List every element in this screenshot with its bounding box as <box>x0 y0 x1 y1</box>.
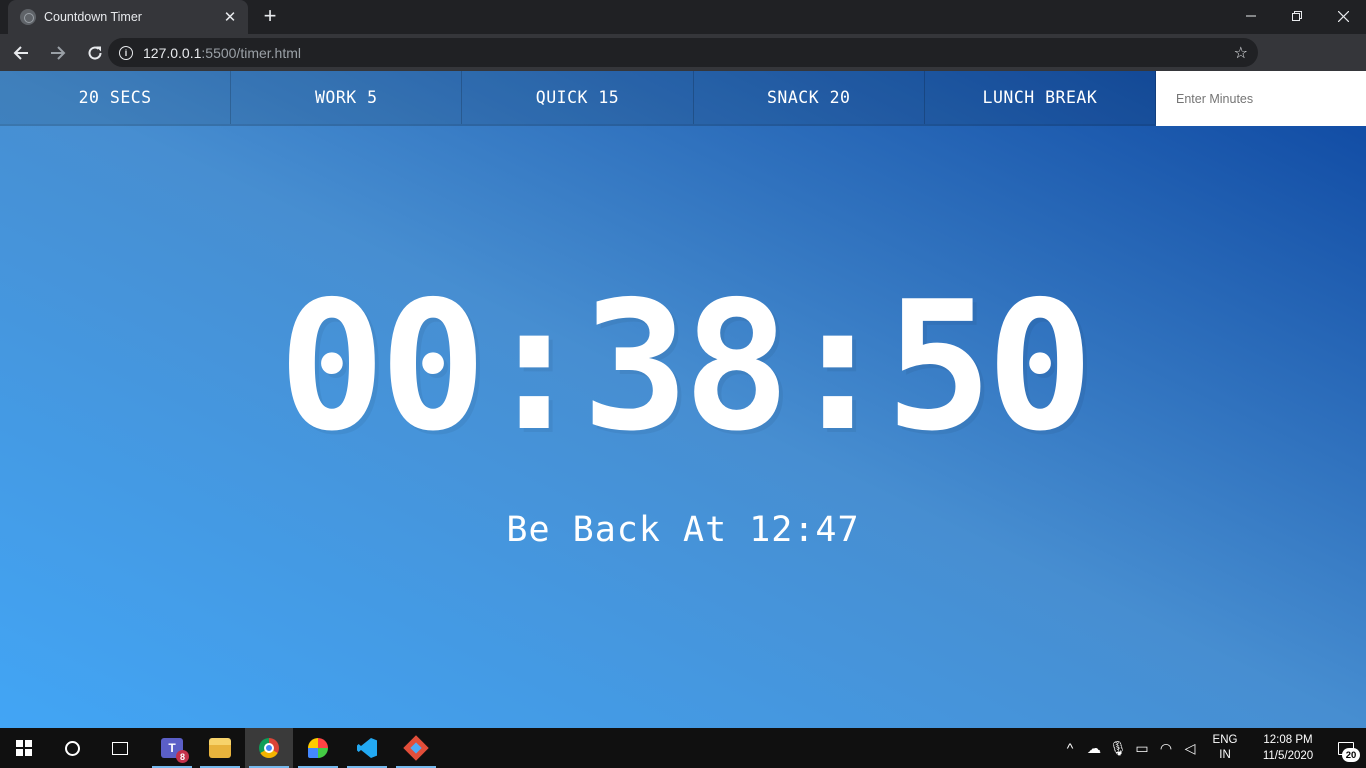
url-host: 127.0.0.1 <box>143 44 202 61</box>
notification-count-badge: 20 <box>1342 748 1360 762</box>
timer-controls: 20 SECS WORK 5 QUICK 15 SNACK 20 LUNCH B… <box>0 71 1366 126</box>
browser-tab[interactable]: Countdown Timer ✕ <box>8 0 248 34</box>
vscode-icon <box>357 738 377 758</box>
preset-lunch-break-button[interactable]: LUNCH BREAK <box>924 71 1157 124</box>
timer-display: 00:38:50 Be Back At 12:47 <box>0 126 1366 728</box>
arrow-right-icon <box>51 45 66 60</box>
address-bar[interactable]: i 127.0.0.1:5500/timer.html ☆ <box>108 38 1258 67</box>
back-button[interactable] <box>5 37 37 69</box>
windows-logo-icon <box>16 740 32 756</box>
onedrive-cloud-icon[interactable]: ☁ <box>1082 740 1106 757</box>
info-icon[interactable]: i <box>119 45 133 60</box>
taskbar-chrome[interactable] <box>245 728 293 768</box>
reload-button[interactable] <box>79 37 111 69</box>
restore-icon <box>1292 11 1302 21</box>
system-tray: ^ ☁ 🎙 ▭ ◠ ◁ ENG IN 12:08 PM 11/5/2020 20 <box>1058 728 1366 768</box>
start-button[interactable] <box>0 728 48 768</box>
battery-icon[interactable]: ▭ <box>1130 740 1154 757</box>
minimize-button[interactable] <box>1228 0 1274 32</box>
taskbar-file-explorer[interactable] <box>196 728 244 768</box>
end-time: Be Back At 12:47 <box>506 510 860 550</box>
minutes-input[interactable] <box>1156 71 1366 126</box>
teams-badge: 8 <box>176 750 189 763</box>
wifi-icon[interactable]: ◠ <box>1154 740 1178 757</box>
taskbar: T8 ^ ☁ 🎙 ▭ ◠ ◁ ENG IN 12:08 PM 11/5/2020 2… <box>0 728 1366 768</box>
search-button[interactable] <box>48 728 96 768</box>
new-tab-button[interactable]: + <box>258 5 282 27</box>
language-code: ENG <box>1212 734 1238 746</box>
chevron-up-icon[interactable]: ^ <box>1058 740 1082 756</box>
timer-page: 20 SECS WORK 5 QUICK 15 SNACK 20 LUNCH B… <box>0 71 1366 728</box>
task-view-button[interactable] <box>96 728 144 768</box>
preset-20-secs-button[interactable]: 20 SECS <box>0 71 232 124</box>
clock-date: 11/5/2020 <box>1262 750 1314 762</box>
url-text[interactable]: 127.0.0.1:5500/timer.html <box>143 45 301 61</box>
minimize-icon <box>1246 15 1256 17</box>
microphone-icon[interactable]: 🎙 <box>1106 740 1130 757</box>
close-icon <box>1337 10 1349 22</box>
folder-icon <box>209 738 231 758</box>
action-center-button[interactable]: 20 <box>1326 728 1366 768</box>
chrome-icon <box>259 738 279 758</box>
clock[interactable]: 12:08 PM 11/5/2020 <box>1250 732 1326 764</box>
taskbar-paint[interactable] <box>294 728 342 768</box>
forward-button[interactable] <box>42 37 74 69</box>
git-icon <box>403 735 429 761</box>
restore-button[interactable] <box>1274 0 1320 32</box>
close-window-button[interactable] <box>1320 0 1366 32</box>
paint-palette-icon <box>308 738 328 758</box>
reload-icon <box>88 46 102 60</box>
preset-snack-20-button[interactable]: SNACK 20 <box>693 71 925 124</box>
bookmark-star-icon[interactable]: ☆ <box>1234 43 1248 63</box>
preset-quick-15-button[interactable]: QUICK 15 <box>462 71 694 124</box>
time-left: 00:38:50 <box>278 263 1093 470</box>
url-path: :5500/timer.html <box>201 44 301 61</box>
taskbar-teams[interactable]: T8 <box>148 728 196 768</box>
search-icon <box>64 740 80 756</box>
taskbar-vscode[interactable] <box>343 728 391 768</box>
globe-icon <box>20 9 36 25</box>
region-code: IN <box>1219 749 1231 761</box>
teams-icon: T8 <box>161 738 189 763</box>
arrow-left-icon <box>13 45 28 60</box>
clock-time: 12:08 PM <box>1263 734 1313 746</box>
browser-toolbar: i 127.0.0.1:5500/timer.html ☆ ✚ ··· <box>0 34 1366 97</box>
preset-work-5-button[interactable]: WORK 5 <box>231 71 463 124</box>
taskbar-git-gui[interactable] <box>392 728 440 768</box>
close-tab-icon[interactable]: ✕ <box>222 8 238 26</box>
browser-tabstrip: Countdown Timer ✕ + <box>0 0 1366 34</box>
tab-title: Countdown Timer <box>44 10 142 24</box>
window-controls <box>1228 0 1366 32</box>
volume-icon[interactable]: ◁ <box>1178 740 1202 757</box>
language-indicator[interactable]: ENG IN <box>1208 733 1242 763</box>
task-view-icon <box>112 741 128 755</box>
